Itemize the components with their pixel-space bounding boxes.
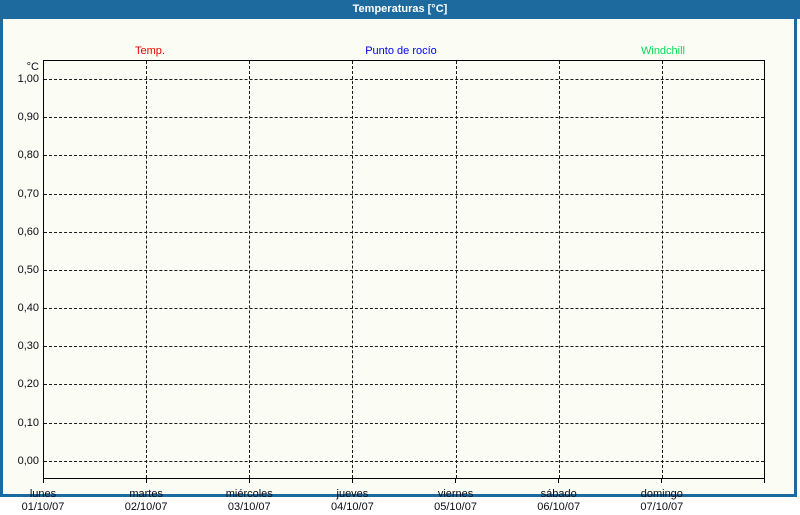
y-tick-label: 0,20 xyxy=(17,378,39,391)
x-axis: lunes 01/10/07 martes 02/10/07 miércoles 03/1… xyxy=(22,479,766,515)
y-tick-label: 1,00 xyxy=(17,73,39,85)
x-day-label: domingo xyxy=(640,488,683,500)
y-tick-label: 0,30 xyxy=(17,340,39,353)
y-tick-label: 0,60 xyxy=(17,225,39,238)
v-gridline xyxy=(146,61,148,478)
h-gridline xyxy=(44,269,764,271)
v-gridline xyxy=(249,61,251,478)
x-date-label: 07/10/07 xyxy=(640,501,684,513)
y-tick-label: 0,50 xyxy=(17,263,39,276)
plot-area xyxy=(43,60,765,479)
x-tick xyxy=(764,479,766,483)
x-day-label: sábado xyxy=(540,488,577,500)
x-day-label: viernes xyxy=(437,488,474,500)
weather-chart-window: { "window": { "title": "Temperaturas [°C… xyxy=(0,0,800,513)
y-tick-label: 0,40 xyxy=(17,302,39,315)
x-day-label: martes xyxy=(129,488,163,500)
chart-frame: Temp. Punto de rocío Windchill °C 1,00 0,… xyxy=(0,19,797,513)
h-gridline xyxy=(44,231,764,233)
x-tick xyxy=(248,479,250,483)
x-date-label: 01/10/07 xyxy=(21,501,65,513)
h-gridline xyxy=(44,384,764,386)
legend-item-dewpoint: Punto de rocío xyxy=(365,45,437,57)
x-tick xyxy=(145,479,147,483)
y-tick-label: 0,90 xyxy=(17,111,39,124)
x-tick xyxy=(43,479,44,483)
x-date-label: 03/10/07 xyxy=(227,501,271,513)
x-tick xyxy=(661,479,663,483)
h-gridline xyxy=(44,193,764,195)
x-date-label: 04/10/07 xyxy=(330,501,374,513)
h-gridline xyxy=(44,155,764,157)
v-gridline xyxy=(661,61,663,478)
x-day-label: miércoles xyxy=(225,488,273,500)
h-gridline xyxy=(44,460,764,462)
legend-item-windchill: Windchill xyxy=(640,45,686,57)
h-gridline xyxy=(44,422,764,424)
y-tick-label: 0,00 xyxy=(17,454,39,467)
x-date-label: 02/10/07 xyxy=(124,501,168,513)
v-gridline xyxy=(558,61,560,478)
x-tick xyxy=(558,479,560,483)
x-day-label: lunes xyxy=(29,488,57,500)
window-title-bar: Temperaturas [°C] xyxy=(0,0,800,19)
y-tick-label: 0,10 xyxy=(17,416,39,429)
x-tick xyxy=(455,479,457,483)
v-gridline xyxy=(455,61,457,478)
x-date-label: 06/10/07 xyxy=(537,501,581,513)
h-gridline xyxy=(44,79,764,80)
y-tick-label: 0,70 xyxy=(17,187,39,200)
window-title: Temperaturas [°C] xyxy=(352,3,448,15)
legend-item-temp: Temp. xyxy=(135,45,165,57)
v-gridline xyxy=(352,61,354,478)
h-gridline xyxy=(44,308,764,310)
x-tick xyxy=(351,479,353,483)
x-day-label: jueves xyxy=(336,488,369,500)
y-tick-label: 0,80 xyxy=(17,149,39,162)
x-date-label: 05/10/07 xyxy=(434,501,477,513)
h-gridline xyxy=(44,117,764,119)
h-gridline xyxy=(44,346,764,348)
